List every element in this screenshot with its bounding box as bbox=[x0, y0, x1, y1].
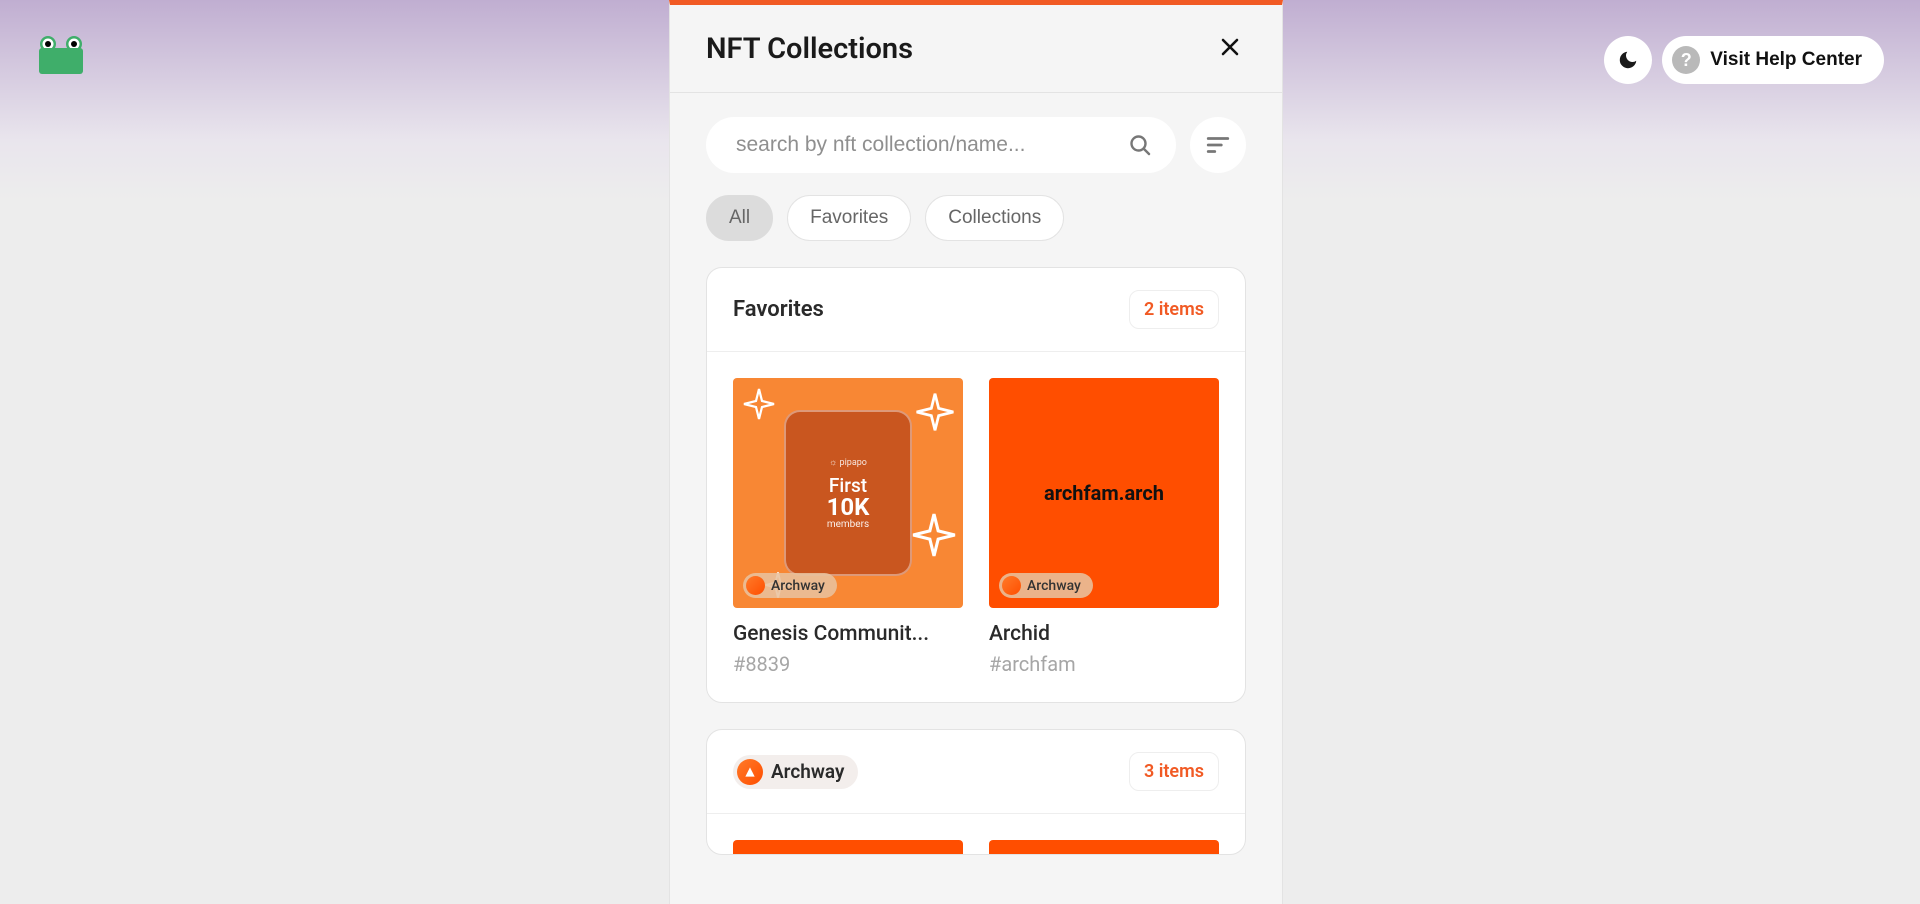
nft-thumb: archfam.arch Archway bbox=[989, 378, 1219, 608]
archway-section: Archway 3 items bbox=[706, 729, 1246, 855]
archway-icon bbox=[746, 576, 765, 595]
close-button[interactable] bbox=[1214, 31, 1246, 66]
favorites-section: Favorites 2 items ☼ pipapo First 10K bbox=[706, 267, 1246, 703]
dark-mode-toggle[interactable] bbox=[1604, 36, 1652, 84]
chain-label: Archway bbox=[1027, 578, 1081, 594]
app-logo[interactable] bbox=[36, 36, 86, 74]
chip-collections[interactable]: Collections bbox=[925, 195, 1064, 241]
nft-card-genesis[interactable]: ☼ pipapo First 10K members Archway Genes… bbox=[733, 378, 963, 676]
archway-chain-pill: Archway bbox=[733, 755, 858, 789]
search-input[interactable] bbox=[736, 133, 1128, 157]
genesis-line3: members bbox=[827, 519, 869, 530]
nft-collections-panel: NFT Collections All bbox=[669, 0, 1283, 904]
sort-button[interactable] bbox=[1190, 117, 1246, 173]
archid-thumb-text: archfam.arch bbox=[1044, 481, 1164, 505]
nft-card-archid[interactable]: archfam.arch Archway Archid #archfam bbox=[989, 378, 1219, 676]
genesis-brand: ☼ pipapo bbox=[829, 457, 867, 468]
favorites-title: Favorites bbox=[733, 297, 824, 322]
sparkle-icon bbox=[741, 386, 777, 422]
search-wrapper bbox=[706, 117, 1176, 173]
chip-favorites[interactable]: Favorites bbox=[787, 195, 911, 241]
chip-all[interactable]: All bbox=[706, 195, 773, 241]
nft-thumb-partial[interactable] bbox=[733, 840, 963, 854]
search-icon bbox=[1128, 133, 1152, 157]
genesis-line1: First bbox=[829, 476, 867, 495]
moon-icon bbox=[1617, 49, 1639, 71]
archway-chain-name: Archway bbox=[771, 760, 844, 783]
nft-thumb: ☼ pipapo First 10K members Archway bbox=[733, 378, 963, 608]
nft-thumb-partial[interactable] bbox=[989, 840, 1219, 854]
close-icon bbox=[1218, 35, 1242, 59]
nft-sub: #8839 bbox=[733, 652, 963, 676]
nft-title: Genesis Communit... bbox=[733, 622, 963, 646]
sparkle-icon bbox=[909, 510, 959, 560]
help-icon: ? bbox=[1672, 46, 1700, 74]
nft-sub: #archfam bbox=[989, 652, 1219, 676]
panel-title: NFT Collections bbox=[706, 32, 913, 66]
archway-icon bbox=[737, 759, 763, 785]
archway-icon bbox=[1002, 576, 1021, 595]
genesis-line2: 10K bbox=[827, 495, 870, 519]
chain-label: Archway bbox=[771, 578, 825, 594]
sparkle-icon bbox=[913, 390, 957, 434]
chain-badge: Archway bbox=[999, 573, 1093, 598]
nft-title: Archid bbox=[989, 622, 1219, 646]
help-center-button[interactable]: ? Visit Help Center bbox=[1662, 36, 1884, 84]
chain-badge: Archway bbox=[743, 573, 837, 598]
favorites-count: 2 items bbox=[1129, 290, 1219, 329]
archway-count: 3 items bbox=[1129, 752, 1219, 791]
help-center-label: Visit Help Center bbox=[1710, 49, 1862, 71]
sort-icon bbox=[1205, 132, 1231, 158]
